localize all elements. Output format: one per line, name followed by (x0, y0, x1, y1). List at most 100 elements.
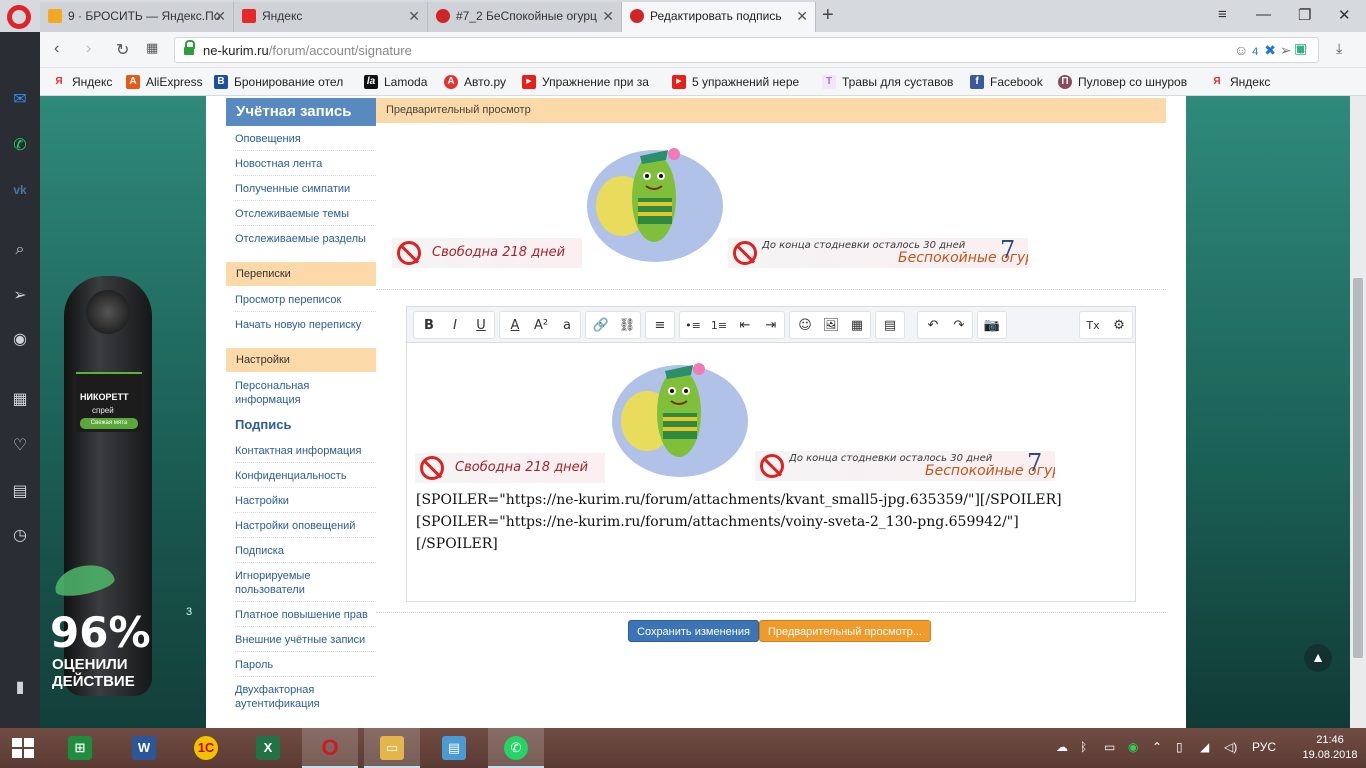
adblock-icon[interactable]: ☺ (1234, 42, 1248, 58)
bookmark-item[interactable]: la Lamoda (364, 74, 434, 90)
taskbar-app-excel[interactable]: X (240, 728, 296, 768)
opera-menu-icon[interactable] (7, 5, 31, 29)
signature-bbcode[interactable]: [SPOILER="https://ne-kurim.ru/forum/atta… (416, 489, 1062, 555)
nav-news-feed[interactable]: Новостная лента (235, 157, 375, 171)
forward-icon[interactable]: › (86, 40, 91, 58)
tab-close-icon[interactable]: ✕ (408, 2, 420, 30)
nav-watched-forums[interactable]: Отслеживаемые разделы (235, 232, 375, 246)
wifi-icon[interactable]: ◢ (1200, 740, 1209, 754)
nav-view-conversations[interactable]: Просмотр переписок (235, 293, 375, 307)
back-icon[interactable]: ‹ (54, 40, 59, 58)
nav-subscription[interactable]: Подписка (235, 544, 375, 558)
search-icon[interactable]: ⌕ (8, 238, 32, 262)
nav-alerts[interactable]: Оповещения (235, 132, 375, 146)
wallet-icon[interactable]: ▣ (1294, 40, 1307, 57)
page-scrollbar[interactable] (1350, 96, 1366, 728)
nav-two-step[interactable]: Двухфакторная аутентификация (235, 683, 375, 711)
tab-yandex-mail[interactable]: 9 · БРОСИТЬ — Яндекс.По ✕ (40, 2, 234, 32)
tab-edit-signature[interactable]: Редактировать подпись ✕ (622, 2, 816, 32)
close-window-icon[interactable]: ✕ (1338, 6, 1351, 24)
editor-content[interactable]: Свободна 218 дней До конца стодневки ост… (407, 343, 1135, 601)
volume-icon[interactable]: ◁) (1224, 740, 1237, 754)
nav-password[interactable]: Пароль (235, 658, 375, 672)
redo-icon[interactable]: ↷ (948, 315, 970, 337)
nav-signature-current[interactable]: Подпись (235, 417, 291, 432)
restore-icon[interactable]: ❐ (1298, 6, 1311, 24)
numbered-list-icon[interactable]: 1≡ (708, 315, 730, 337)
bookmark-item[interactable]: П Пуловер со шнуров (1058, 74, 1200, 90)
bold-button[interactable]: B (418, 315, 440, 337)
nav-contact-details[interactable]: Контактная информация (235, 444, 375, 458)
unlink-icon[interactable]: ⛓ (616, 315, 638, 337)
insert-more-icon[interactable]: ▤ (879, 315, 901, 337)
preview-button[interactable]: Предварительный просмотр... (759, 620, 931, 642)
download-icon[interactable]: ⤓ (1336, 40, 1342, 57)
image-icon[interactable]: 🖼 (820, 315, 842, 337)
bookmark-item[interactable]: A Авто.ру (444, 74, 514, 90)
camera-icon[interactable]: ◉ (8, 328, 32, 352)
news-icon[interactable]: ▤ (8, 480, 32, 504)
tab-close-icon[interactable]: ✕ (602, 2, 614, 30)
nav-ignored-users[interactable]: Игнорируемые пользователи (235, 569, 375, 597)
bbcode-toggle-icon[interactable]: ⚙ (1108, 315, 1130, 337)
heart-icon[interactable]: ♡ (8, 434, 32, 458)
nav-preferences[interactable]: Настройки (235, 494, 375, 508)
new-tab-button[interactable]: + (822, 4, 834, 27)
scroll-top-button[interactable]: ▲ (1304, 644, 1332, 672)
align-icon[interactable]: ≡ (649, 315, 671, 337)
tab-close-icon[interactable]: ✕ (214, 2, 226, 30)
nav-personal-details[interactable]: Персональная информация (235, 379, 375, 407)
nav-external-accounts[interactable]: Внешние учётные записи (235, 633, 375, 647)
camera-icon[interactable]: 📷 (981, 315, 1003, 337)
messenger-icon[interactable]: ✉ (8, 88, 32, 112)
underline-button[interactable]: U (470, 315, 492, 337)
bookmark-item[interactable]: Т Травы для суставов (822, 74, 958, 90)
font-family-button[interactable]: a (556, 315, 578, 337)
taskbar-app-opera[interactable]: O (302, 728, 358, 768)
undo-icon[interactable]: ↶ (922, 315, 944, 337)
monitor-icon[interactable]: ▭ (1104, 740, 1115, 754)
link-icon[interactable]: 🔗 (590, 315, 612, 337)
font-size-button[interactable]: A² (530, 315, 552, 337)
save-changes-button[interactable]: Сохранить изменения (628, 620, 759, 642)
taskbar-app-whatsapp[interactable]: ✆ (488, 728, 544, 768)
bullet-list-icon[interactable]: •≡ (682, 315, 704, 337)
signature-editor[interactable]: B I U A A² a 🔗 ⛓ ≡ •≡ 1≡ ⇤ ⇥ ☺ 🖼 ▦ ▤ ↶ ↷… (406, 306, 1136, 602)
bookmark-item[interactable]: ▶ 5 упражнений нере (672, 74, 812, 90)
vk-icon[interactable]: vk (8, 178, 32, 202)
url-field[interactable]: ne-kurim.ru/forum/account/signature ☺ 4 … (174, 37, 1319, 63)
minimize-icon[interactable]: — (1256, 6, 1271, 23)
nav-paid-upgrades[interactable]: Платное повышение прав (235, 608, 375, 622)
whatsapp-icon[interactable]: ✆ (8, 134, 32, 158)
remove-format-icon[interactable]: Tx (1082, 315, 1104, 337)
send-page-icon[interactable]: ➢ (1280, 42, 1292, 58)
send-icon[interactable]: ➢ (8, 284, 32, 308)
nav-watched-threads[interactable]: Отслеживаемые темы (235, 207, 375, 221)
bookmark-item[interactable]: A AliExpress (126, 74, 206, 90)
sidebar-toggle-icon[interactable]: ▮ (8, 676, 32, 700)
media-icon[interactable]: ▦ (846, 315, 868, 337)
battery-icon[interactable]: ▯ (1176, 740, 1183, 754)
text-color-button[interactable]: A (504, 315, 526, 337)
bookmark-item[interactable]: f Facebook (970, 74, 1050, 90)
bookmark-item[interactable]: Я Яндекс (52, 74, 118, 90)
italic-button[interactable]: I (444, 315, 466, 337)
taskbar-app-green[interactable]: ⊞ (52, 728, 108, 768)
indent-icon[interactable]: ⇥ (760, 315, 782, 337)
taskbar-app-explorer[interactable]: ▭ (364, 728, 420, 768)
taskbar-app-word[interactable]: W (116, 728, 172, 768)
nicorette-ad-banner[interactable]: НИКОРЕТТ спрей Свежая мята 96% 3 ОЦЕНИЛИ… (40, 96, 206, 728)
tab-menu-icon[interactable]: ≡ (1218, 6, 1227, 23)
tab-forum-thread[interactable]: #7_2 БеСпокойные огурц ✕ (428, 2, 622, 32)
cloud-icon[interactable]: ☁ (1056, 740, 1068, 754)
history-icon[interactable]: ◷ (8, 524, 32, 548)
taskbar-app-1c[interactable]: 1С (178, 728, 234, 768)
language-indicator[interactable]: РУС (1252, 740, 1276, 754)
nav-start-conversation[interactable]: Начать новую переписку (235, 318, 375, 332)
app-tray-icon[interactable]: ◉ (1128, 740, 1138, 754)
scrollbar-thumb[interactable] (1353, 278, 1363, 658)
reload-icon[interactable]: ↻ (116, 40, 129, 60)
outdent-icon[interactable]: ⇤ (734, 315, 756, 337)
taskbar-app-viewer[interactable]: ▤ (426, 728, 482, 768)
nav-privacy[interactable]: Конфиденциальность (235, 469, 375, 483)
